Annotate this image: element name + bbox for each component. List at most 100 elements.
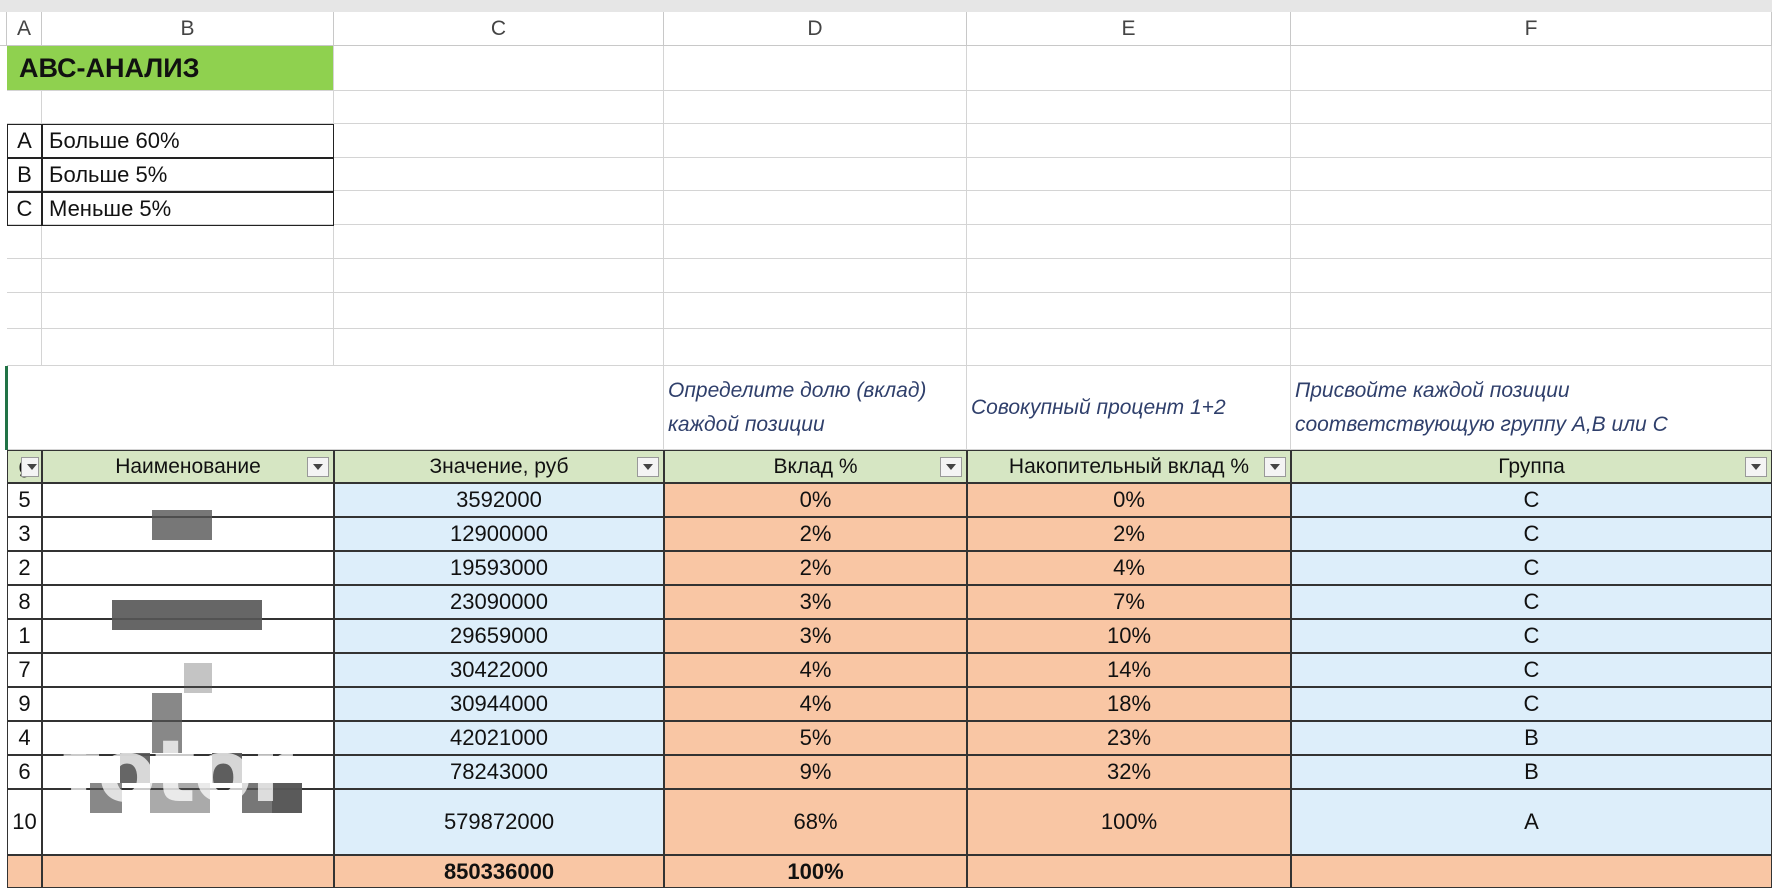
grid-cell[interactable] [334,91,664,124]
group-cell[interactable]: C [1291,551,1772,585]
grid-cell[interactable] [967,158,1291,191]
column-header-a[interactable]: A [7,12,42,46]
grid-cell[interactable] [7,91,42,124]
filter-dropdown-icon[interactable] [307,457,329,477]
value-cell[interactable]: 579872000 [334,789,664,855]
grid-cell[interactable] [1291,191,1772,225]
share-cell[interactable]: 9% [664,755,967,789]
row-index[interactable]: 6 [7,755,42,789]
total-name-cell[interactable] [42,855,334,888]
row-index[interactable]: 3 [7,517,42,551]
value-cell[interactable]: 42021000 [334,721,664,755]
grid-cell[interactable] [1291,91,1772,124]
value-cell[interactable]: 78243000 [334,755,664,789]
cumulative-cell[interactable]: 23% [967,721,1291,755]
grid-cell[interactable] [967,46,1291,91]
grid-cell[interactable] [664,191,967,225]
grid-cell[interactable] [42,293,334,329]
share-cell[interactable]: 2% [664,551,967,585]
grid-cell[interactable] [1291,293,1772,329]
total-group-cell[interactable] [1291,855,1772,888]
row-index[interactable]: 10 [7,789,42,855]
value-cell[interactable]: 3592000 [334,483,664,517]
share-cell[interactable]: 4% [664,687,967,721]
total-cumulative-cell[interactable] [967,855,1291,888]
grid-cell[interactable] [334,158,664,191]
grid-cell[interactable] [42,329,334,366]
grid-cell[interactable] [334,46,664,91]
table-header-c[interactable]: Значение, руб [334,450,664,483]
grid-cell[interactable] [334,124,664,158]
value-cell[interactable]: 12900000 [334,517,664,551]
grid-cell[interactable] [1291,225,1772,259]
group-cell[interactable]: C [1291,687,1772,721]
total-share[interactable]: 100% [664,855,967,888]
group-cell[interactable]: A [1291,789,1772,855]
group-cell[interactable]: C [1291,619,1772,653]
cumulative-cell[interactable]: 10% [967,619,1291,653]
column-header-f[interactable]: F [1291,12,1772,46]
grid-cell[interactable] [7,225,42,259]
grid-cell[interactable] [967,191,1291,225]
group-cell[interactable]: B [1291,755,1772,789]
column-header-d[interactable]: D [664,12,967,46]
filter-dropdown-icon[interactable] [637,457,659,477]
grid-cell[interactable] [1291,46,1772,91]
table-header-f[interactable]: Группа [1291,450,1772,483]
grid-cell[interactable] [1291,329,1772,366]
name-cell[interactable] [42,551,334,585]
grid-cell[interactable] [1291,124,1772,158]
grid-cell[interactable] [334,329,664,366]
row-index[interactable]: 4 [7,721,42,755]
cumulative-cell[interactable]: 100% [967,789,1291,855]
row-index[interactable]: 5 [7,483,42,517]
row-index[interactable]: 1 [7,619,42,653]
cumulative-cell[interactable]: 4% [967,551,1291,585]
legend-code[interactable]: C [7,192,42,226]
grid-cell[interactable] [967,293,1291,329]
grid-cell[interactable] [334,225,664,259]
grid-cell[interactable] [967,124,1291,158]
group-cell[interactable]: C [1291,585,1772,619]
table-header-d[interactable]: Вклад % [664,450,967,483]
share-cell[interactable]: 3% [664,619,967,653]
grid-cell[interactable] [664,46,967,91]
grid-cell[interactable] [42,91,334,124]
value-cell[interactable]: 30422000 [334,653,664,687]
grid-cell[interactable] [664,329,967,366]
grid-cell[interactable] [967,91,1291,124]
grid-cell[interactable] [967,225,1291,259]
legend-code[interactable]: B [7,158,42,192]
cumulative-cell[interactable]: 0% [967,483,1291,517]
grid-cell[interactable] [664,225,967,259]
group-cell[interactable]: C [1291,653,1772,687]
group-cell[interactable]: C [1291,517,1772,551]
value-cell[interactable]: 30944000 [334,687,664,721]
share-cell[interactable]: 5% [664,721,967,755]
table-header-b[interactable]: Наименование [42,450,334,483]
legend-label[interactable]: Больше 60% [42,124,334,158]
share-cell[interactable]: 0% [664,483,967,517]
group-cell[interactable]: B [1291,721,1772,755]
row-index[interactable]: 2 [7,551,42,585]
grid-cell[interactable] [42,225,334,259]
grid-cell[interactable] [334,259,664,293]
notes-cell[interactable] [7,366,664,450]
column-header-e[interactable]: E [967,12,1291,46]
grid-cell[interactable] [7,293,42,329]
filter-dropdown-icon[interactable] [1745,457,1767,477]
filter-dropdown-icon[interactable] [940,457,962,477]
grid-cell[interactable] [42,259,334,293]
filter-dropdown-icon[interactable] [21,457,39,477]
cumulative-cell[interactable]: 2% [967,517,1291,551]
grid-cell[interactable] [7,329,42,366]
grid-cell[interactable] [334,293,664,329]
legend-code[interactable]: A [7,124,42,158]
row-index[interactable]: 8 [7,585,42,619]
legend-label[interactable]: Меньше 5% [42,192,334,226]
grid-cell[interactable] [967,329,1291,366]
value-cell[interactable]: 29659000 [334,619,664,653]
grid-cell[interactable] [664,158,967,191]
filter-dropdown-icon[interactable] [1264,457,1286,477]
grid-cell[interactable] [664,124,967,158]
